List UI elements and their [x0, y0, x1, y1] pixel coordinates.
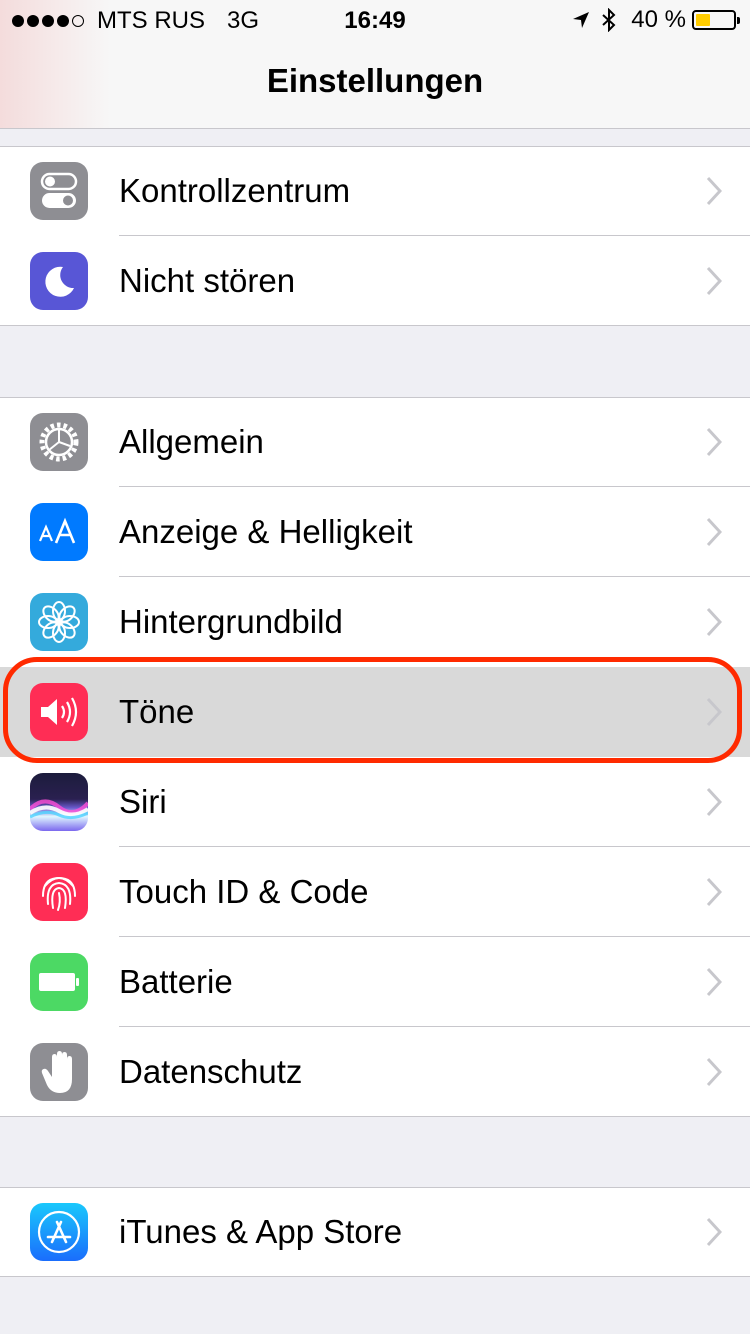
chevron-right-icon — [706, 266, 722, 296]
app-store-icon — [30, 1203, 88, 1261]
chevron-right-icon — [706, 787, 722, 817]
location-arrow-icon — [573, 12, 590, 28]
chevron-right-icon — [706, 1057, 722, 1087]
settings-row-siri[interactable]: Siri — [0, 757, 750, 847]
chevron-right-icon — [706, 517, 722, 547]
control-center-icon — [30, 162, 88, 220]
battery-icon — [30, 953, 88, 1011]
chevron-right-icon — [706, 176, 722, 206]
chevron-right-icon — [706, 1217, 722, 1247]
settings-row-label: Batterie — [119, 963, 233, 1000]
settings-row-batterie[interactable]: Batterie — [0, 937, 750, 1027]
highlight-outline — [3, 657, 742, 763]
settings-row-label: Allgemein — [119, 423, 264, 460]
settings-row-anzeige-helligkeit[interactable]: Anzeige & Helligkeit — [0, 487, 750, 577]
settings-row-label: Datenschutz — [119, 1053, 303, 1090]
chevron-right-icon — [706, 877, 722, 907]
settings-group-3: iTunes & App Store — [0, 1187, 750, 1277]
settings-row-nicht-stoeren[interactable]: Nicht stören — [0, 236, 750, 326]
settings-row-label: Kontrollzentrum — [119, 172, 351, 209]
navigation-bar: MTS RUS 3G 16:49 40 % Einstellungen — [0, 0, 750, 129]
chevron-right-icon — [706, 427, 722, 457]
battery-icon — [692, 10, 740, 30]
settings-group-1: Kontrollzentrum Nicht stören — [0, 146, 750, 326]
settings-row-touch-id-code[interactable]: Touch ID & Code — [0, 847, 750, 937]
hand-icon — [30, 1043, 88, 1101]
moon-icon — [30, 252, 88, 310]
flower-icon — [30, 593, 88, 651]
bluetooth-icon — [602, 8, 616, 32]
settings-row-label: Nicht stören — [119, 262, 296, 299]
gear-icon — [30, 413, 88, 471]
text-size-icon — [30, 503, 88, 561]
status-bar: MTS RUS 3G 16:49 40 % — [0, 0, 750, 40]
siri-icon — [30, 773, 88, 831]
settings-row-kontrollzentrum[interactable]: Kontrollzentrum — [0, 146, 750, 236]
settings-row-label: iTunes & App Store — [119, 1213, 403, 1250]
settings-row-label: Touch ID & Code — [119, 873, 369, 910]
settings-row-label: Hintergrundbild — [119, 603, 343, 640]
settings-row-datenschutz[interactable]: Datenschutz — [0, 1027, 750, 1117]
battery-percentage: 40 % — [631, 6, 686, 33]
chevron-right-icon — [706, 607, 722, 637]
page-title: Einstellungen — [266, 62, 484, 99]
chevron-right-icon — [706, 967, 722, 997]
settings-row-itunes-app-store[interactable]: iTunes & App Store — [0, 1187, 750, 1277]
settings-row-label: Siri — [119, 783, 167, 820]
settings-row-hintergrundbild[interactable]: Hintergrundbild — [0, 577, 750, 667]
fingerprint-icon — [30, 863, 88, 921]
settings-row-allgemein[interactable]: Allgemein — [0, 397, 750, 487]
settings-row-label: Anzeige & Helligkeit — [119, 513, 413, 550]
